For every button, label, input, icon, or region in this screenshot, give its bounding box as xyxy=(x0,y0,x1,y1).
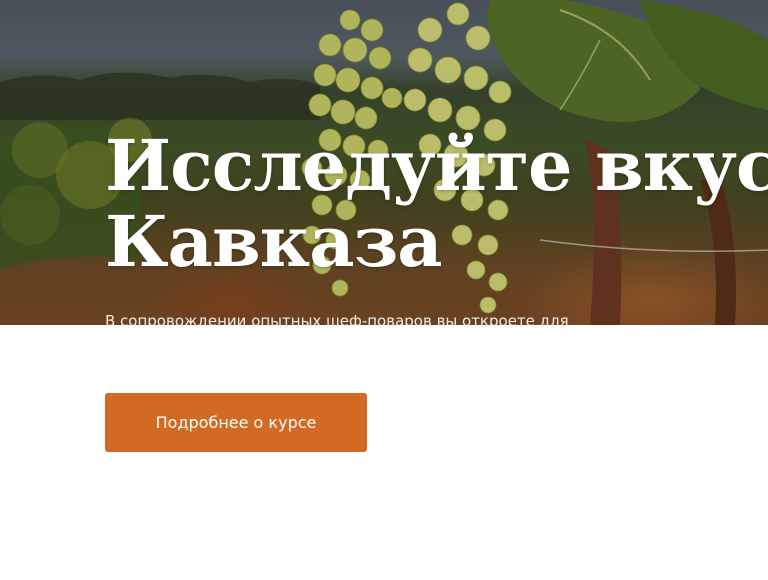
course-details-button[interactable]: Подробнее о курсе xyxy=(105,393,367,452)
hero-title: Исследуйте вкусы Кавказа xyxy=(105,128,768,280)
hero-subtitle: В сопровождении опытных шеф-поваров вы о… xyxy=(105,312,569,325)
hero-title-line-2: Кавказа xyxy=(105,200,443,283)
hero-section: Исследуйте вкусы Кавказа В сопровождении… xyxy=(0,0,768,325)
hero-title-line-1: Исследуйте вкусы xyxy=(105,124,768,207)
hero-subtitle-container: В сопровождении опытных шеф-поваров вы о… xyxy=(105,309,625,325)
